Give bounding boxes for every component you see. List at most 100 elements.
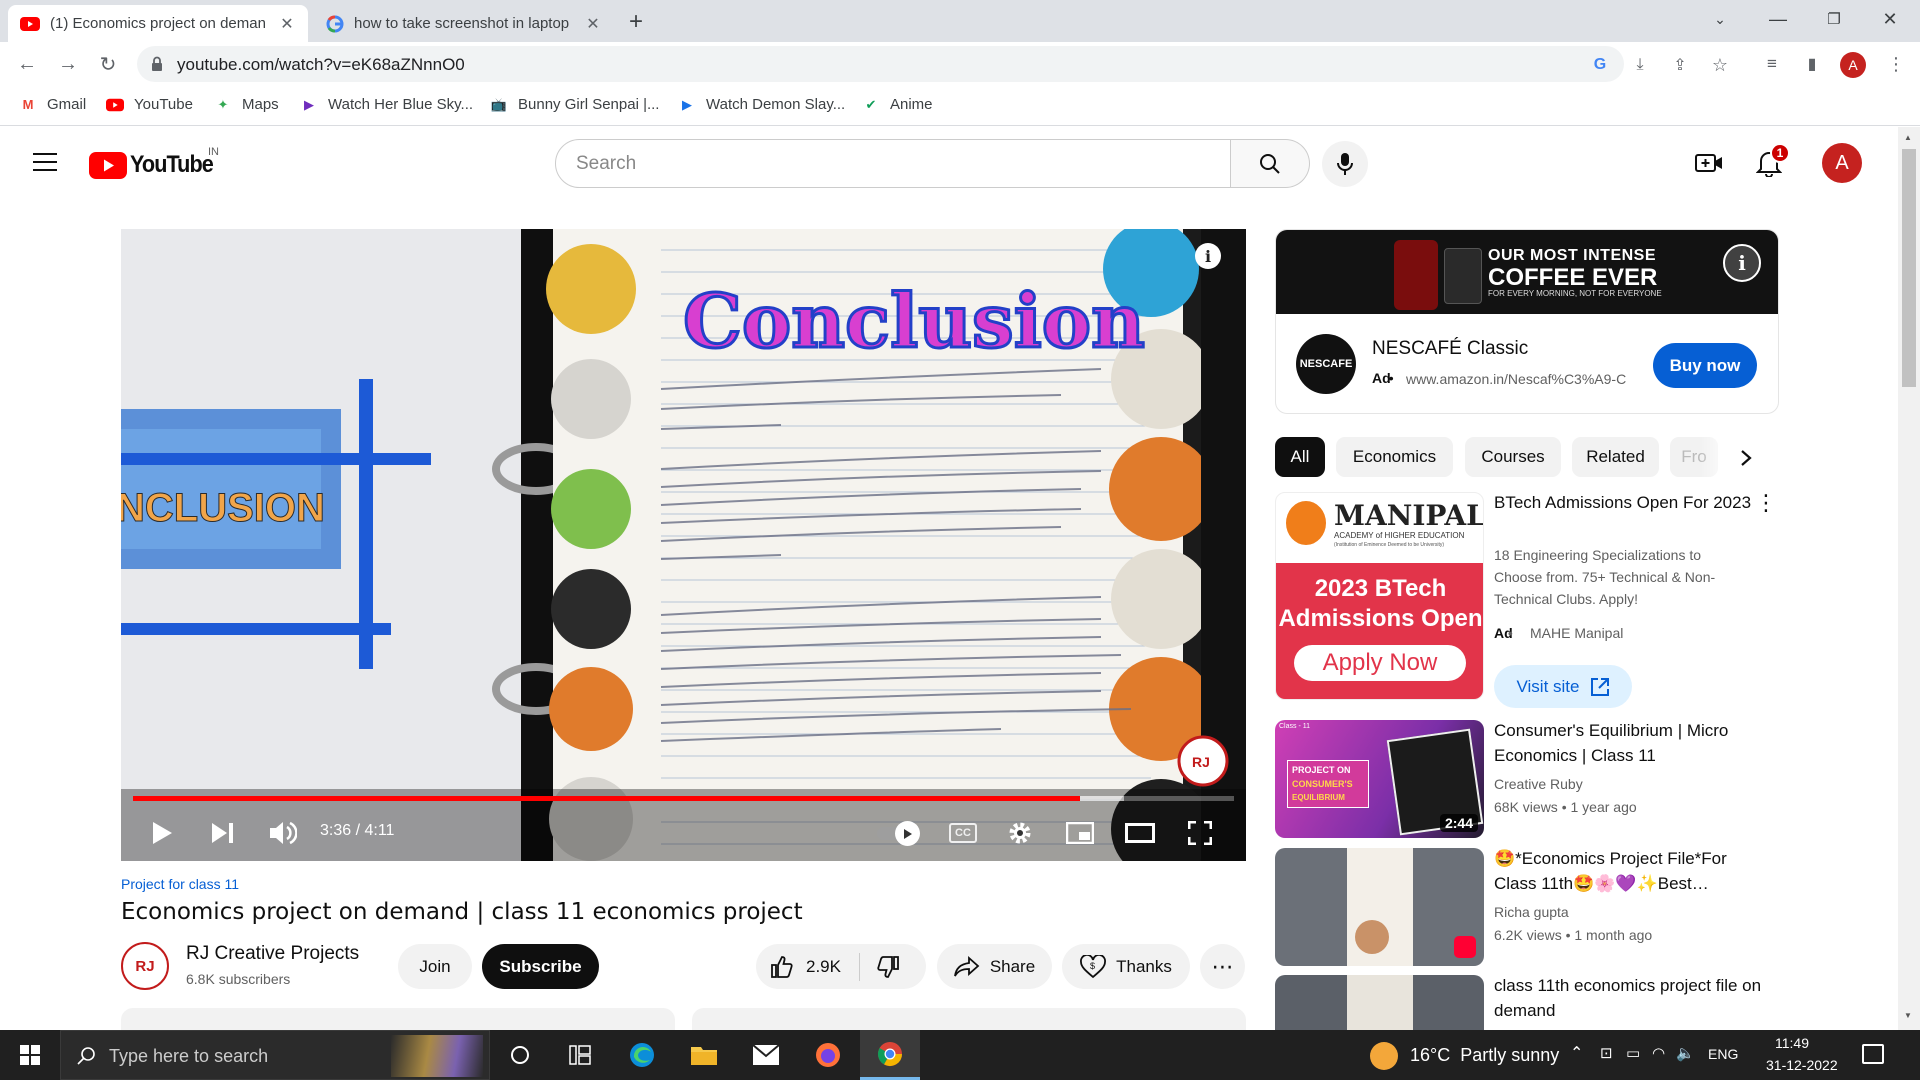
miniplayer-icon[interactable] xyxy=(1066,822,1094,844)
taskbar-search-box[interactable]: Type here to search xyxy=(60,1030,490,1080)
chip-related[interactable]: Related xyxy=(1572,437,1659,477)
bookmark-anime[interactable]: ✔ Anime xyxy=(862,96,933,113)
forward-button[interactable]: → xyxy=(54,50,82,78)
bookmark-maps[interactable]: ✦ Maps xyxy=(214,96,279,113)
bookmark-star-icon[interactable]: ☆ xyxy=(1709,54,1731,76)
rec-video-title[interactable]: Consumer's Equilibrium | Micro Economics… xyxy=(1494,718,1764,768)
reload-button[interactable]: ↻ xyxy=(94,50,122,78)
video-thumbnail[interactable] xyxy=(1275,975,1484,1030)
progress-bar[interactable] xyxy=(133,796,1234,801)
advertiser-logo[interactable]: NESCAFE xyxy=(1296,334,1356,394)
chip-courses[interactable]: Courses xyxy=(1465,437,1561,477)
apply-now-button[interactable]: Apply Now xyxy=(1294,645,1466,681)
channel-avatar[interactable]: RJ xyxy=(121,942,169,990)
notification-center-icon[interactable] xyxy=(1862,1044,1884,1064)
notifications-button[interactable]: 1 xyxy=(1755,143,1790,182)
scroll-up-arrow-icon[interactable]: ▲ xyxy=(1904,133,1912,142)
google-translate-icon[interactable]: G xyxy=(1589,54,1611,76)
video-player[interactable]: NCLUSION Conclusion RJ i 3:36 / 4:11 CC xyxy=(121,229,1246,861)
file-explorer-button[interactable] xyxy=(674,1030,734,1080)
browser-tab[interactable]: how to take screenshot in laptop ✕ xyxy=(314,5,614,42)
scrollbar-thumb[interactable] xyxy=(1902,149,1916,387)
back-button[interactable]: ← xyxy=(13,50,41,78)
new-tab-button[interactable]: + xyxy=(622,8,650,36)
page-scrollbar[interactable]: ▲ ▼ xyxy=(1898,127,1920,1030)
youtube-logo[interactable]: YouTube xyxy=(89,151,222,179)
rec-video-channel[interactable]: Creative Ruby xyxy=(1494,776,1583,792)
side-panel-icon[interactable]: ▮ xyxy=(1798,50,1826,78)
wifi-icon[interactable]: ◠ xyxy=(1652,1044,1665,1062)
browser-tab-active[interactable]: (1) Economics project on deman ✕ xyxy=(8,5,308,42)
weather-text[interactable]: 16°C Partly sunny xyxy=(1410,1045,1559,1066)
theater-mode-icon[interactable] xyxy=(1125,823,1155,843)
restore-button[interactable]: ❐ xyxy=(1806,0,1862,38)
rec-video-title[interactable]: class 11th economics project file on dem… xyxy=(1494,973,1764,1023)
voice-search-button[interactable] xyxy=(1322,141,1368,187)
like-button[interactable]: 2.9K xyxy=(770,955,841,979)
captions-icon[interactable]: CC xyxy=(949,823,977,843)
profile-avatar[interactable]: A xyxy=(1840,52,1866,78)
play-icon[interactable] xyxy=(151,821,173,845)
rec-video-channel[interactable]: Richa gupta xyxy=(1494,904,1569,920)
close-tab-icon[interactable]: ✕ xyxy=(278,14,296,34)
lock-icon[interactable] xyxy=(151,56,163,72)
rec-video-title[interactable]: 🤩*Economics Project File*For Class 11th🤩… xyxy=(1494,846,1764,896)
chip-economics[interactable]: Economics xyxy=(1336,437,1453,477)
battery-icon[interactable]: ▭ xyxy=(1626,1044,1640,1062)
buy-now-button[interactable]: Buy now xyxy=(1653,343,1757,388)
video-thumbnail[interactable]: Class - 11 PROJECT ON CONSUMER'S EQUILIB… xyxy=(1275,720,1484,838)
task-view-button[interactable] xyxy=(550,1030,610,1080)
volume-tray-icon[interactable]: 🔈 xyxy=(1676,1044,1695,1062)
settings-gear-icon[interactable] xyxy=(1007,820,1033,846)
autoplay-toggle[interactable] xyxy=(877,821,921,846)
bookmark-bunny-girl-senpai[interactable]: 📺 Bunny Girl Senpai |... xyxy=(490,96,660,113)
bookmark-watch-her-blue-sky[interactable]: ▶ Watch Her Blue Sky... xyxy=(300,96,473,113)
visit-site-button[interactable]: Visit site xyxy=(1494,665,1632,708)
chevron-right-icon[interactable] xyxy=(1740,449,1752,467)
next-video-icon[interactable] xyxy=(211,822,235,844)
start-button[interactable] xyxy=(0,1030,60,1080)
create-video-button[interactable] xyxy=(1695,151,1723,180)
firefox-button[interactable] xyxy=(798,1030,858,1080)
search-input[interactable]: Search xyxy=(555,139,1231,188)
chrome-button[interactable] xyxy=(860,1030,920,1080)
address-bar[interactable]: youtube.com/watch?v=eK68aZNnnO0 G ⤓ ⇪ ☆ xyxy=(137,46,1728,82)
ad-info-icon[interactable]: i xyxy=(1723,244,1761,282)
dislike-button[interactable] xyxy=(876,955,900,979)
info-icon[interactable]: i xyxy=(1195,243,1221,269)
clock-time[interactable]: 11:49 xyxy=(1775,1035,1809,1051)
more-actions-button[interactable]: ⋯ xyxy=(1200,944,1245,989)
more-vert-icon[interactable]: ⋮ xyxy=(1755,490,1777,516)
cortana-button[interactable] xyxy=(490,1030,550,1080)
join-button[interactable]: Join xyxy=(398,944,472,989)
share-page-icon[interactable]: ⇪ xyxy=(1669,54,1691,76)
manipal-ad-thumbnail[interactable]: MANIPAL ACADEMY of HIGHER EDUCATION (Ins… xyxy=(1275,492,1484,700)
install-icon[interactable]: ⤓ xyxy=(1629,54,1651,76)
clock-date[interactable]: 31-12-2022 xyxy=(1766,1057,1838,1073)
meet-now-icon[interactable]: ⊡ xyxy=(1600,1044,1613,1062)
close-window-button[interactable]: ✕ xyxy=(1862,0,1918,38)
close-tab-icon[interactable]: ✕ xyxy=(584,14,602,34)
chrome-menu-icon[interactable]: ⋮ xyxy=(1882,50,1910,78)
volume-icon[interactable] xyxy=(269,820,297,846)
bookmark-gmail[interactable]: M Gmail xyxy=(19,96,87,113)
tab-search-icon[interactable]: ⌄ xyxy=(1692,0,1748,38)
channel-name[interactable]: RJ Creative Projects xyxy=(186,943,359,965)
chip-all[interactable]: All xyxy=(1275,437,1325,477)
scroll-down-arrow-icon[interactable]: ▼ xyxy=(1904,1011,1912,1020)
rec-ad-title[interactable]: BTech Admissions Open For 2023 xyxy=(1494,490,1764,515)
subscribe-button[interactable]: Subscribe xyxy=(482,944,599,989)
account-avatar[interactable]: A xyxy=(1822,143,1862,183)
edge-button[interactable] xyxy=(612,1030,672,1080)
mail-button[interactable] xyxy=(736,1030,796,1080)
search-button[interactable] xyxy=(1231,139,1310,188)
ad-card[interactable]: OUR MOST INTENSE COFFEE EVER FOR EVERY M… xyxy=(1275,229,1779,414)
reading-list-icon[interactable]: ≡ xyxy=(1758,50,1786,78)
hashtag-link[interactable]: Project for class 11 xyxy=(121,876,239,892)
ad-banner[interactable]: OUR MOST INTENSE COFFEE EVER FOR EVERY M… xyxy=(1276,230,1778,314)
share-button[interactable]: Share xyxy=(937,944,1052,989)
ad-brand-name[interactable]: NESCAFÉ Classic xyxy=(1372,338,1528,360)
hamburger-menu-icon[interactable] xyxy=(33,153,57,173)
fullscreen-icon[interactable] xyxy=(1188,821,1212,845)
language-indicator[interactable]: ENG xyxy=(1708,1046,1738,1062)
